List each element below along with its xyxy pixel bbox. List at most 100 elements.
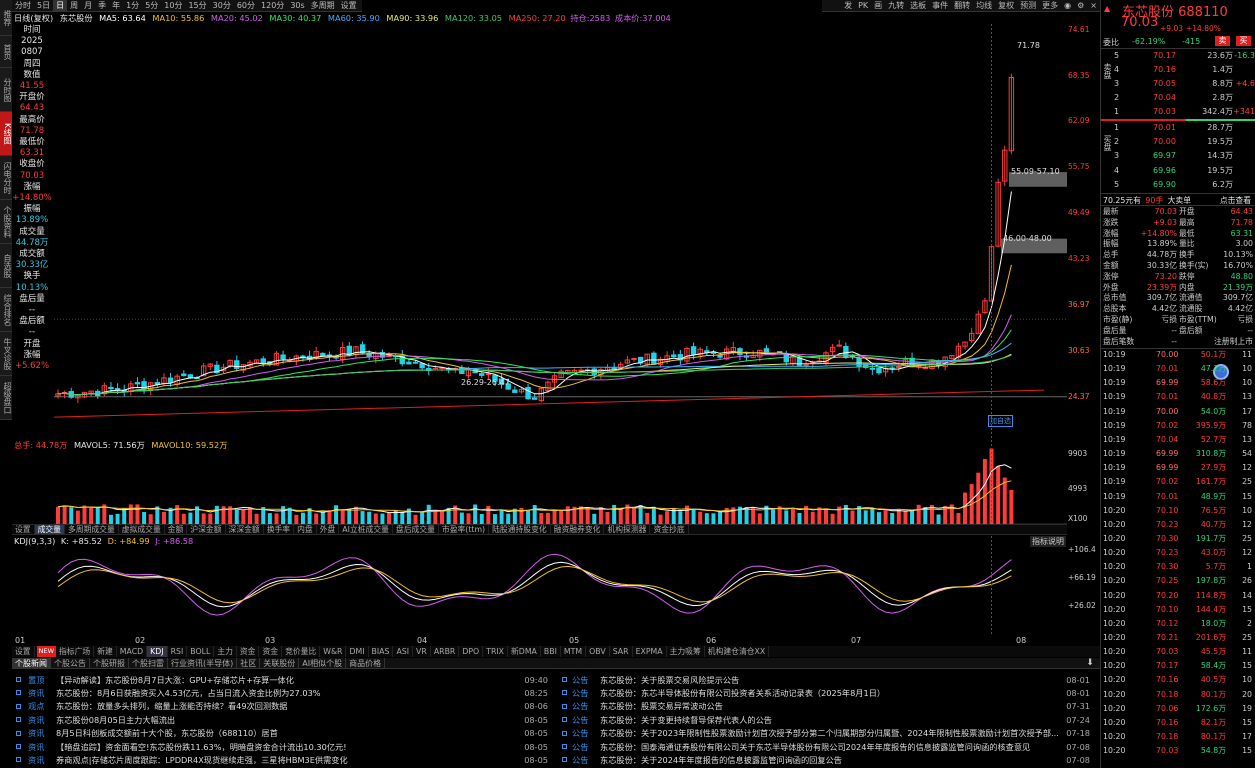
indicator-tab-17[interactable]: DPO: [459, 646, 484, 657]
tool-7[interactable]: 均线: [973, 0, 995, 11]
indicator-tab-4[interactable]: KDJ: [147, 646, 168, 657]
period-14[interactable]: 30s: [287, 0, 307, 11]
left-tab-8[interactable]: 牛叉诊股: [0, 332, 12, 376]
news-tab-2[interactable]: 个股研报: [90, 658, 129, 668]
indicator-tab-6[interactable]: BOLL: [187, 646, 215, 657]
indicator-tab-20[interactable]: BBI: [541, 646, 561, 657]
news-tab-4[interactable]: 行业资讯(半导体): [168, 658, 238, 668]
period-0[interactable]: 分时: [12, 0, 34, 11]
indicator-tab-19[interactable]: 新DMA: [508, 646, 541, 657]
news-item[interactable]: 观点 东芯股份：放量多头排列，缩量上涨能否持续？看49次回测数据 08-06: [28, 700, 548, 713]
volume-tab-6[interactable]: 深深金额: [226, 525, 264, 534]
volume-tab-2[interactable]: 多周期成交量: [65, 525, 119, 534]
announcement-item[interactable]: 公告 东芯股份：关于变更持续督导保荐代表人的公告 07-24: [572, 713, 1090, 726]
bid-row[interactable]: 5 69.90 6.2万: [1101, 179, 1255, 191]
news-item[interactable]: 资讯 东芯股份08月05日主力大幅流出 08-05: [28, 713, 548, 726]
left-tab-7[interactable]: 综合排名: [0, 288, 12, 332]
news-tab-5[interactable]: 社区: [237, 658, 261, 668]
indicator-tab-0[interactable]: 设置: [12, 646, 35, 657]
indicator-tab-10[interactable]: 竞价量比: [282, 646, 321, 657]
indicator-help-button[interactable]: 指标说明: [1030, 536, 1066, 547]
announcement-item[interactable]: 公告 东芯股份：关于股票交易风险提示公告 08-01: [572, 673, 1090, 686]
ask-row[interactable]: 1 70.03 342.4万 +341: [1101, 106, 1255, 118]
volume-tab-16[interactable]: 资金抄底: [650, 525, 689, 534]
bid-row[interactable]: 4 69.96 19.5万: [1101, 165, 1255, 177]
indicator-tab-11[interactable]: W&R: [320, 646, 347, 657]
news-item[interactable]: 资讯 8月5日科创板成交额前十大个股，东芯股份（688110）居首 08-05: [28, 727, 548, 740]
kline-chart[interactable]: [54, 24, 1067, 639]
bid-row[interactable]: 2 70.00 19.5万: [1101, 136, 1255, 148]
period-16[interactable]: 设置: [338, 0, 360, 11]
add-watchlist-marker[interactable]: 加自选: [988, 415, 1013, 427]
left-tab-4[interactable]: 闪电分时: [0, 156, 12, 200]
tool-1[interactable]: PK: [855, 0, 871, 11]
indicator-tab-2[interactable]: 新建: [94, 646, 117, 657]
period-15[interactable]: 多周期: [308, 0, 338, 11]
indicator-tab-21[interactable]: MTM: [561, 646, 587, 657]
left-tab-9[interactable]: 超级盘口: [0, 376, 12, 420]
volume-tab-4[interactable]: 金额: [165, 525, 188, 534]
indicator-tab-24[interactable]: EXPMA: [633, 646, 667, 657]
news-tab-0[interactable]: 个股新闻: [12, 658, 51, 668]
volume-tab-5[interactable]: 沪深金额: [187, 525, 226, 534]
tool-8[interactable]: 复权: [995, 0, 1017, 11]
news-item[interactable]: 资讯 券商观点|存储芯片周度跟踪：LPDDR4X现货继续走强，三星将HBM3E供需…: [28, 753, 548, 766]
announcement-item[interactable]: 公告 东芯股份：股票交易异常波动公告 07-31: [572, 700, 1090, 713]
indicator-tab-14[interactable]: ASI: [393, 646, 414, 657]
volume-tab-12[interactable]: 市盈率(ttm): [439, 525, 490, 534]
news-tab-1[interactable]: 个股公告: [51, 658, 90, 668]
indicator-tab-13[interactable]: BIAS: [369, 646, 394, 657]
left-tab-1[interactable]: 首页: [0, 36, 12, 68]
download-icon[interactable]: ⬇: [1084, 658, 1096, 669]
announcement-item[interactable]: 公告 东芯股份：关于2024年年度报告的信息披露监管问询函的回复公告 07-08: [572, 753, 1090, 766]
indicator-tab-18[interactable]: TRIX: [483, 646, 509, 657]
ask-row[interactable]: 2 70.04 2.8万: [1101, 92, 1255, 104]
close-icon[interactable]: ×: [1087, 0, 1100, 11]
volume-tab-8[interactable]: 内盘: [294, 525, 317, 534]
left-tab-0[interactable]: 推荐: [0, 0, 12, 36]
sell-button[interactable]: 卖: [1215, 36, 1230, 46]
period-1[interactable]: 5日: [34, 0, 53, 11]
indicator-tab-8[interactable]: 资金: [237, 646, 260, 657]
volume-tab-1[interactable]: 成交量: [34, 525, 65, 534]
period-2[interactable]: 日: [53, 0, 68, 11]
left-tab-2[interactable]: 分时图: [0, 68, 12, 112]
indicator-tab-15[interactable]: VR: [413, 646, 431, 657]
news-item[interactable]: 资讯 【暗盘追踪】资金面看空!东芯股份跌11.63%，明暗盘资金合计流出10.30…: [28, 740, 548, 753]
announcement-item[interactable]: 公告 东芯股份：国泰海通证券股份有限公司关于东芯半导体股份有限公司2024年年度报…: [572, 740, 1090, 753]
ask-row[interactable]: 4 70.16 1.4万: [1101, 64, 1255, 76]
period-5[interactable]: 季: [95, 0, 109, 11]
volume-tab-7[interactable]: 换手率: [264, 525, 295, 534]
announcement-item[interactable]: 公告 东芯股份：东芯半导体股份有限公司投资者关系活动记录表（2025年8月1日） 0…: [572, 686, 1090, 699]
ask-row[interactable]: 3 70.05 8.8万 +4.6: [1101, 78, 1255, 90]
ask-row[interactable]: 5 70.17 23.6万 -16.3: [1101, 50, 1255, 62]
indicator-tab-12[interactable]: DMI: [346, 646, 369, 657]
indicator-tab-1[interactable]: 指标广场: [56, 646, 95, 657]
tool-9[interactable]: 预测: [1017, 0, 1039, 11]
period-6[interactable]: 年: [109, 0, 123, 11]
indicator-tab-26[interactable]: 机构建仓清仓XX: [705, 646, 770, 657]
news-tab-8[interactable]: 商品价格: [346, 658, 386, 668]
volume-tab-9[interactable]: 外盘: [317, 525, 340, 534]
news-tab-7[interactable]: AI相似个股: [299, 658, 347, 668]
period-3[interactable]: 周: [67, 0, 81, 11]
period-10[interactable]: 15分: [185, 0, 209, 11]
tool-4[interactable]: 选板: [907, 0, 929, 11]
indicator-tab-22[interactable]: OBV: [586, 646, 610, 657]
left-tab-6[interactable]: 自选股: [0, 244, 12, 288]
indicator-tab-9[interactable]: 资金: [259, 646, 283, 657]
indicator-tab-5[interactable]: RSI: [168, 646, 188, 657]
indicator-tab-3[interactable]: MACD: [117, 646, 148, 657]
period-8[interactable]: 5分: [142, 0, 161, 11]
news-item[interactable]: 置顶 【异动解读】东芯股份8月7日大涨：GPU+存储芯片+存算一体化 09:40: [28, 673, 548, 686]
period-13[interactable]: 120分: [258, 0, 287, 11]
tool-2[interactable]: 画: [871, 0, 885, 11]
period-4[interactable]: 月: [81, 0, 95, 11]
gear-icon[interactable]: ⚙: [1074, 0, 1087, 11]
volume-tab-3[interactable]: 虚拟成交量: [119, 525, 165, 534]
news-item[interactable]: 资讯 东芯股份：8月6日获融资买入4.53亿元，占当日流入资金比例为27.03% 0…: [28, 686, 548, 699]
volume-tab-13[interactable]: 陆股通持股变化: [489, 525, 551, 534]
volume-tab-10[interactable]: AI立桩成交量: [339, 525, 393, 534]
period-7[interactable]: 1分: [123, 0, 142, 11]
tool-0[interactable]: 发: [841, 0, 855, 11]
